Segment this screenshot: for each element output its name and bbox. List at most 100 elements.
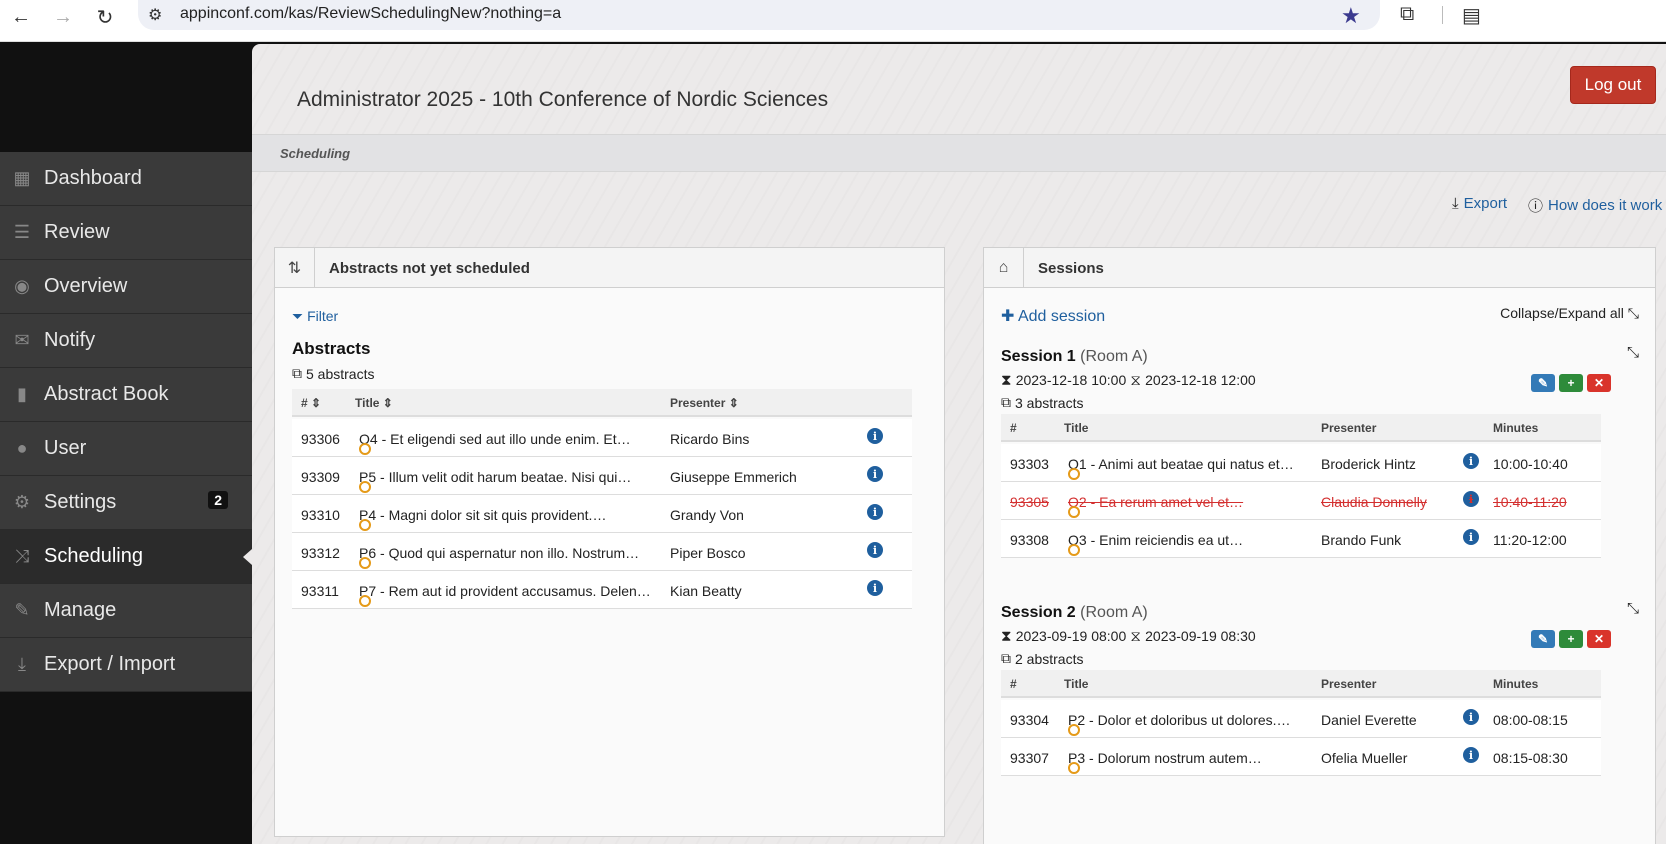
pending-circle-icon	[1068, 544, 1080, 556]
abstract-presenter: Giuseppe Emmerich	[670, 469, 797, 485]
abstract-title: P2 - Dolor et doloribus ut dolores.…	[1068, 712, 1291, 728]
sidebar-item-label: User	[44, 437, 87, 459]
site-settings-icon[interactable]: ⚙	[148, 5, 162, 25]
sessions-panel: ⌂ Sessions ✚ Add session Collapse/Expand…	[983, 247, 1656, 844]
abstract-presenter: Claudia Donnelly	[1321, 494, 1427, 510]
copy-icon: ⧉	[1001, 394, 1011, 410]
abstract-minutes: 08:15-08:30	[1493, 750, 1568, 766]
sidebar-item-export-import[interactable]: ⤓ Export / Import	[0, 638, 252, 692]
abstract-id: 93305	[1010, 494, 1049, 510]
info-icon[interactable]: i	[1463, 747, 1479, 763]
table-row[interactable]: 93306 O4 - Et eligendi sed aut illo unde …	[292, 419, 912, 457]
sidebar: ▦ Dashboard ☰ Review ◉ Overview ✉ Notify ▮ Abstra…	[0, 152, 252, 692]
abstract-count: ⧉ 5 abstracts	[292, 365, 374, 382]
info-icon[interactable]: i	[867, 504, 883, 520]
column-title[interactable]: Title	[1064, 677, 1088, 691]
session-count-label: 2 abstracts	[1015, 650, 1084, 667]
sidebar-item-user[interactable]: ● User	[0, 422, 252, 476]
session-room: (Room A)	[1080, 604, 1148, 621]
add-abstract-button[interactable]: +	[1559, 374, 1583, 392]
unscheduled-panel-header: ⇅ Abstracts not yet scheduled	[275, 248, 944, 288]
column-minutes[interactable]: Minutes	[1493, 421, 1538, 435]
column-title[interactable]: Title	[1064, 421, 1088, 435]
abstract-title-cell: P6 - Quod qui aspernatur non illo. Nostr…	[359, 545, 639, 569]
table-row[interactable]: 93305 O2 - Ea rerum amet vel et… Claudia D…	[1001, 482, 1601, 520]
collapse-label: Collapse/Expand all	[1500, 305, 1624, 321]
info-icon[interactable]: i	[867, 466, 883, 482]
delete-session-button[interactable]: ✕	[1587, 630, 1611, 648]
reload-icon[interactable]: ↻	[92, 4, 118, 30]
abstract-presenter: Ofelia Mueller	[1321, 750, 1408, 766]
compress-icon[interactable]: ⤡	[1627, 600, 1639, 617]
column-minutes[interactable]: Minutes	[1493, 677, 1538, 691]
sessions-panel-header: ⌂ Sessions	[984, 248, 1655, 288]
abstract-title-cell: P4 - Magni dolor sit sit quis provident.…	[359, 507, 606, 531]
sidebar-item-label: Manage	[44, 599, 117, 621]
gear-icon: ⚙	[13, 492, 31, 512]
sidebar-item-manage[interactable]: ✎ Manage	[0, 584, 252, 638]
home-icon[interactable]: ⌂	[984, 248, 1024, 287]
column-id[interactable]: # ⇕	[301, 396, 321, 410]
sort-icon[interactable]: ⇅	[275, 248, 315, 287]
session-end: 2023-09-19 08:30	[1145, 628, 1256, 644]
info-icon[interactable]: i	[1463, 491, 1479, 507]
column-presenter[interactable]: Presenter	[1321, 677, 1376, 691]
pending-circle-icon	[359, 519, 371, 531]
compress-icon[interactable]: ⤡	[1627, 344, 1639, 361]
info-icon[interactable]: i	[867, 428, 883, 444]
column-presenter[interactable]: Presenter	[1321, 421, 1376, 435]
sidebar-item-overview[interactable]: ◉ Overview	[0, 260, 252, 314]
sidebar-item-scheduling[interactable]: ⤨ Scheduling	[0, 530, 252, 584]
add-session-button[interactable]: ✚ Add session	[1001, 306, 1105, 326]
collapse-expand-all-button[interactable]: Collapse/Expand all ⤡	[1500, 305, 1639, 322]
abstract-title: O1 - Animi aut beatae qui natus et…	[1068, 456, 1294, 472]
sidebar-item-label: Export / Import	[44, 653, 176, 675]
reading-list-icon[interactable]: ▤	[1462, 3, 1481, 28]
table-row[interactable]: 93312 P6 - Quod qui aspernatur non illo. …	[292, 533, 912, 571]
column-title[interactable]: Title ⇕	[355, 396, 393, 410]
export-link[interactable]: ⤓ Export	[1452, 195, 1507, 212]
session-table-header: # Title Presenter Minutes	[1001, 670, 1601, 698]
extensions-icon[interactable]: ⧉	[1400, 3, 1414, 26]
info-icon[interactable]: i	[1463, 453, 1479, 469]
table-row[interactable]: 93310 P4 - Magni dolor sit sit quis provi…	[292, 495, 912, 533]
info-icon[interactable]: i	[1463, 529, 1479, 545]
column-id[interactable]: #	[1010, 421, 1017, 435]
sidebar-item-settings[interactable]: ⚙ Settings 2	[0, 476, 252, 530]
filter-link[interactable]: ⏷ Filter	[292, 308, 338, 325]
edit-session-button[interactable]: ✎	[1531, 630, 1555, 648]
table-row[interactable]: 93304 P2 - Dolor et doloribus ut dolores.…	[1001, 700, 1601, 738]
sidebar-item-review[interactable]: ☰ Review	[0, 206, 252, 260]
forward-arrow-icon[interactable]: →	[50, 4, 76, 30]
bookmark-star-icon[interactable]: ★	[1341, 3, 1361, 29]
table-row[interactable]: 93308 O3 - Enim reiciendis ea ut… Brando F…	[1001, 520, 1601, 558]
abstracts-table-header: # ⇕ Title ⇕ Presenter ⇕	[292, 389, 912, 417]
info-icon[interactable]: i	[867, 580, 883, 596]
sidebar-item-label: Settings	[44, 491, 117, 513]
sidebar-item-dashboard[interactable]: ▦ Dashboard	[0, 152, 252, 206]
how-does-it-work-link[interactable]: ⓘ How does it work	[1528, 195, 1662, 216]
logout-button[interactable]: Log out	[1570, 66, 1656, 104]
info-icon[interactable]: i	[867, 542, 883, 558]
abstract-id: 93310	[301, 507, 340, 523]
abstract-presenter: Piper Bosco	[670, 545, 746, 561]
table-row[interactable]: 93307 P3 - Dolorum nostrum autem… Ofelia M…	[1001, 738, 1601, 776]
table-row[interactable]: 93303 O1 - Animi aut beatae qui natus et……	[1001, 444, 1601, 482]
table-row[interactable]: 93309 P5 - Illum velit odit harum beatae.…	[292, 457, 912, 495]
edit-session-button[interactable]: ✎	[1531, 374, 1555, 392]
sidebar-item-notify[interactable]: ✉ Notify	[0, 314, 252, 368]
url-text[interactable]: appinconf.com/kas/ReviewSchedulingNew?no…	[180, 5, 561, 23]
table-row[interactable]: 93311 P7 - Rem aut id provident accusamus…	[292, 571, 912, 609]
delete-session-button[interactable]: ✕	[1587, 374, 1611, 392]
abstract-id: 93309	[301, 469, 340, 485]
add-abstract-button[interactable]: +	[1559, 630, 1583, 648]
sidebar-item-abstract-book[interactable]: ▮ Abstract Book	[0, 368, 252, 422]
column-id[interactable]: #	[1010, 677, 1017, 691]
shuffle-icon: ⤨	[14, 546, 30, 566]
sidebar-item-label: Review	[44, 221, 110, 243]
browser-toolbar: ← → ↻ ⚙ appinconf.com/kas/ReviewScheduli…	[0, 0, 1666, 42]
back-arrow-icon[interactable]: ←	[8, 4, 34, 30]
abstract-minutes: 10:40-11:20	[1493, 494, 1567, 510]
column-presenter[interactable]: Presenter ⇕	[670, 396, 739, 410]
info-icon[interactable]: i	[1463, 709, 1479, 725]
